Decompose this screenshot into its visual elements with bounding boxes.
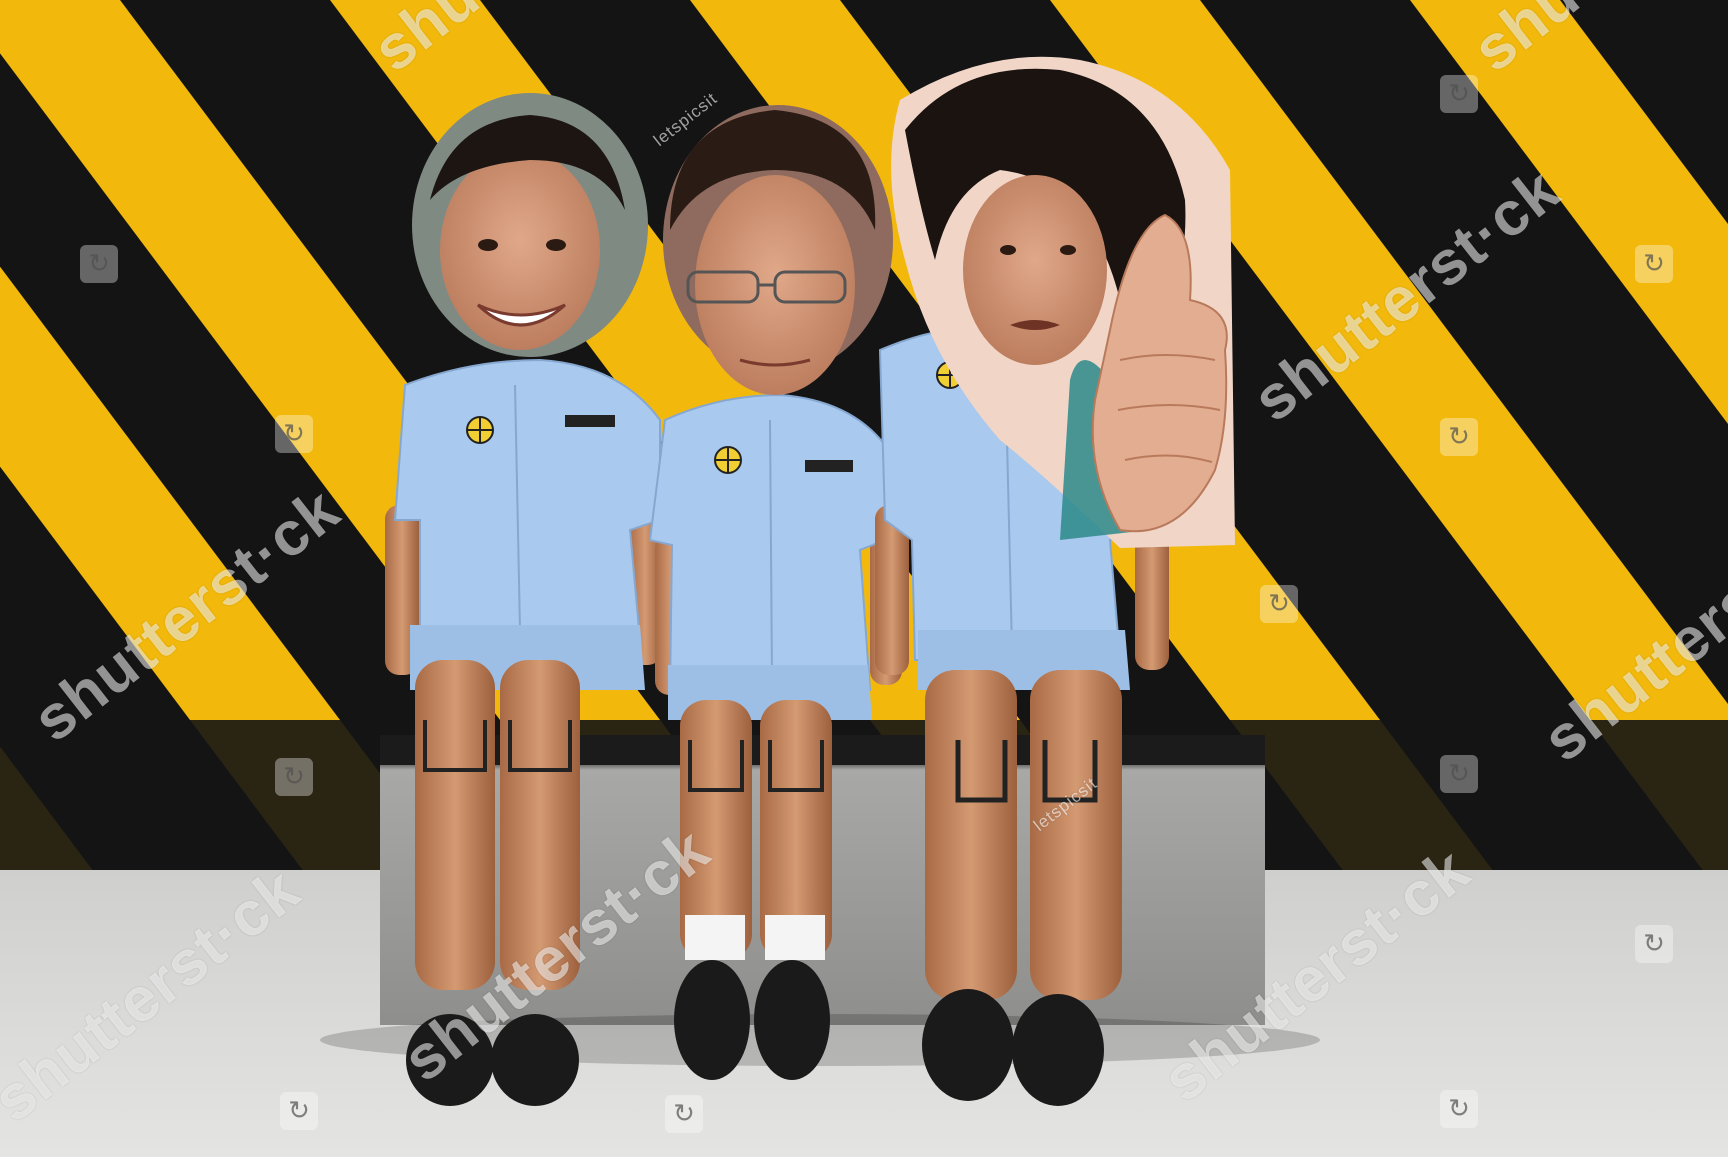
watermark-refresh-icon: ↻ (275, 415, 313, 453)
watermark-refresh-icon: ↻ (665, 1095, 703, 1133)
watermark-refresh-icon: ↻ (1440, 755, 1478, 793)
watermark-refresh-icon: ↻ (1440, 418, 1478, 456)
watermark-refresh-icon: ↻ (1260, 585, 1298, 623)
watermark-refresh-icon: ↻ (1635, 925, 1673, 963)
face-cutout-left (412, 93, 648, 357)
watermark-refresh-icon: ↻ (80, 245, 118, 283)
watermark-refresh-icon: ↻ (1440, 75, 1478, 113)
watermark-refresh-icon: ↻ (280, 1092, 318, 1130)
photo-scene: shutterst·ck shutterst·ck shutterst·ck s… (0, 0, 1728, 1157)
watermark-refresh-icon: ↻ (275, 758, 313, 796)
watermark-refresh-icon: ↻ (1635, 245, 1673, 283)
watermark-refresh-icon: ↻ (1440, 1090, 1478, 1128)
